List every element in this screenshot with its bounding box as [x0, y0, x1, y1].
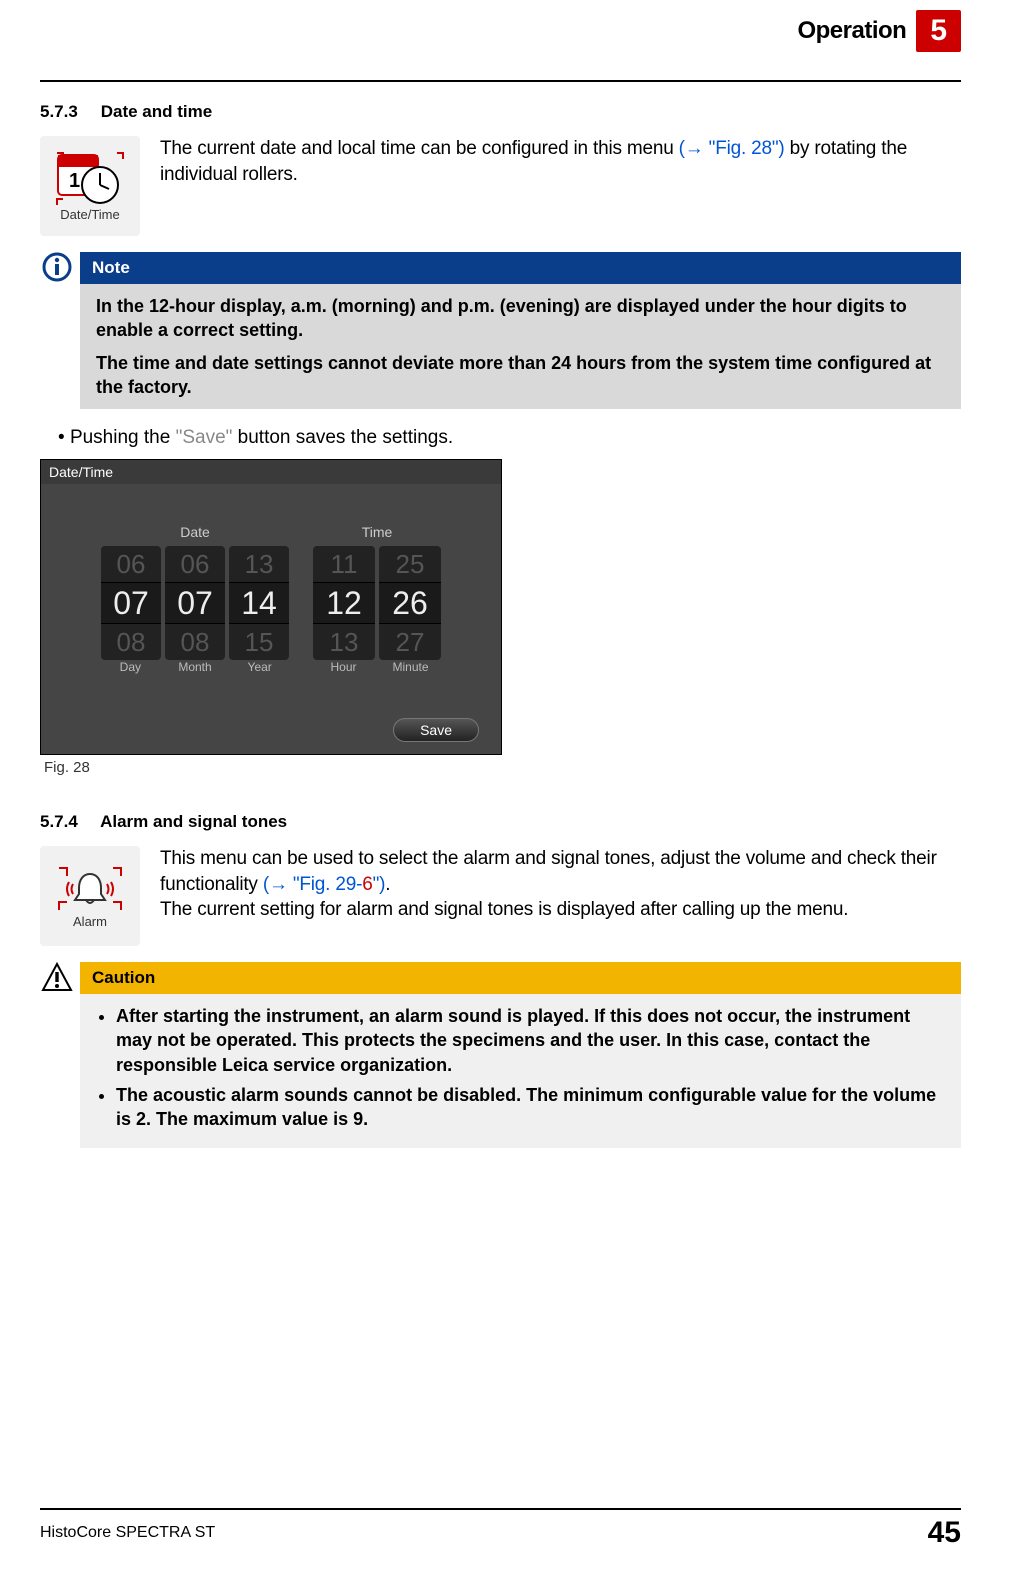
- section-heading-573: 5.7.3 Date and time: [40, 102, 961, 122]
- roller-cell: 13: [229, 546, 289, 582]
- bullet-text-a: Pushing the: [70, 427, 176, 448]
- figure-28: Date/Time Date 06 07 08 06 07 0: [40, 459, 502, 755]
- roller-foot: Month: [165, 660, 226, 674]
- roller-cell-current: 07: [165, 582, 225, 624]
- date-roller-group[interactable]: Date 06 07 08 06 07 08 13: [100, 524, 290, 674]
- header-rule: [40, 80, 961, 82]
- bell-sound-icon: [55, 864, 125, 914]
- roller-cell: 15: [229, 624, 289, 660]
- chapter-title: Operation: [797, 17, 906, 45]
- roller-cell: 11: [313, 546, 375, 582]
- footer-product: HistoCore SPECTRA ST: [40, 1524, 215, 1542]
- save-bullet: • Pushing the "Save" button saves the se…: [58, 427, 961, 449]
- p1b: .: [385, 874, 390, 895]
- roller-cell: 25: [379, 546, 441, 582]
- caution-title: Caution: [80, 962, 961, 994]
- section-573-intro: The current date and local time can be c…: [160, 136, 961, 236]
- note-p1: In the 12-hour display, a.m. (morning) a…: [96, 294, 945, 343]
- figure-caption: Fig. 28: [44, 759, 961, 776]
- roller-cell: 08: [101, 624, 161, 660]
- footer-page-number: 45: [928, 1516, 961, 1550]
- roller-foot: Hour: [312, 660, 375, 674]
- section-title: Alarm and signal tones: [100, 812, 287, 831]
- calendar-clock-icon: 1: [55, 151, 125, 207]
- roller-foot: Day: [100, 660, 161, 674]
- icon-label: Date/Time: [60, 207, 119, 222]
- section-title: Date and time: [101, 102, 212, 121]
- caution-item: After starting the instrument, an alarm …: [116, 1004, 945, 1077]
- roller-cell: 27: [379, 624, 441, 660]
- fig29-link[interactable]: (→ "Fig. 29-6"): [263, 874, 385, 895]
- p2: The current setting for alarm and signal…: [160, 899, 848, 920]
- icon-label: Alarm: [73, 914, 107, 929]
- note-p2: The time and date settings cannot deviat…: [96, 351, 945, 400]
- bullet-text-b: button saves the settings.: [232, 427, 453, 448]
- roller-cell-current: 12: [313, 582, 375, 624]
- note-content: In the 12-hour display, a.m. (morning) a…: [80, 284, 961, 409]
- section-574-intro: This menu can be used to select the alar…: [160, 846, 961, 946]
- roller-cell-current: 07: [101, 582, 161, 624]
- date-label: Date: [180, 524, 210, 540]
- time-roller-group[interactable]: Time 11 12 13 25 26 27: [312, 524, 442, 674]
- roller-cell: 06: [165, 546, 225, 582]
- svg-text:1: 1: [69, 170, 80, 192]
- note-title: Note: [80, 252, 961, 284]
- section-number: 5.7.3: [40, 102, 96, 122]
- caution-content: After starting the instrument, an alarm …: [80, 994, 961, 1147]
- time-label: Time: [362, 524, 393, 540]
- roller-cell-current: 14: [229, 582, 289, 624]
- caution-item: The acoustic alarm sounds cannot be disa…: [116, 1083, 945, 1132]
- roller-cell-current: 26: [379, 582, 441, 624]
- save-button[interactable]: Save: [393, 718, 479, 742]
- roller-cell: 08: [165, 624, 225, 660]
- datetime-menu-icon: 1 Date/Time: [40, 136, 140, 236]
- section-number: 5.7.4: [40, 812, 96, 832]
- roller-foot: Minute: [379, 660, 442, 674]
- alarm-menu-icon: Alarm: [40, 846, 140, 946]
- section-heading-574: 5.7.4 Alarm and signal tones: [40, 812, 961, 832]
- note-icon: [40, 252, 74, 409]
- fig-window-title: Date/Time: [41, 460, 501, 484]
- fig28-link[interactable]: (→ "Fig. 28"): [679, 138, 785, 159]
- roller-foot: Year: [229, 660, 290, 674]
- chapter-number-badge: 5: [916, 10, 961, 52]
- roller-cell: 06: [101, 546, 161, 582]
- caution-icon: [40, 962, 74, 1147]
- save-word: "Save": [176, 427, 233, 448]
- intro-text: The current date and local time can be c…: [160, 138, 679, 159]
- roller-cell: 13: [313, 624, 375, 660]
